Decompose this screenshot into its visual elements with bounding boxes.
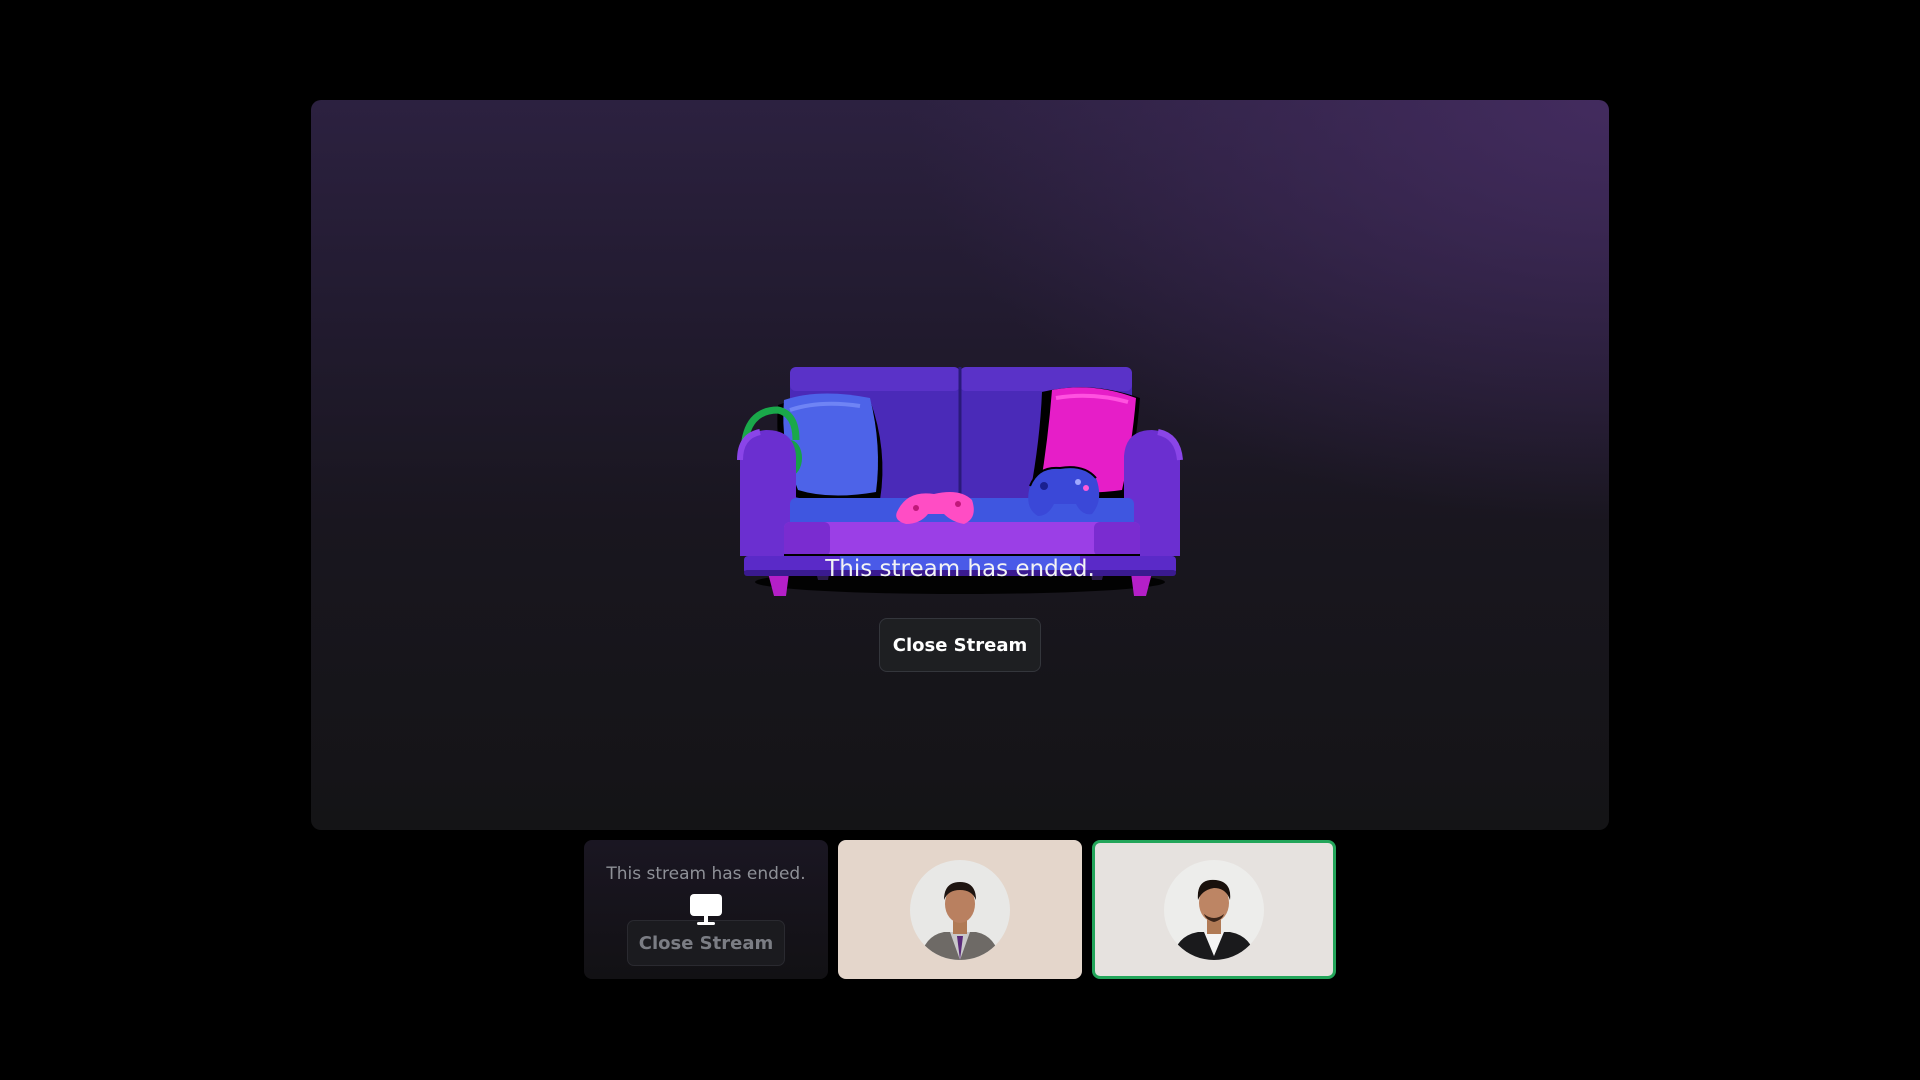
- participant-tile-speaking[interactable]: [1092, 840, 1336, 979]
- couch-illustration: [720, 260, 1200, 606]
- monitor-icon: [688, 892, 724, 928]
- stream-ended-message: This stream has ended.: [825, 556, 1095, 582]
- user-avatar: [910, 860, 1010, 960]
- close-stream-button[interactable]: Close Stream: [879, 618, 1041, 672]
- participant-tile[interactable]: [838, 840, 1082, 979]
- call-window: This stream has ended. Close Stream This…: [0, 0, 1920, 1080]
- stream-tile[interactable]: This stream has ended. Close Stream: [584, 840, 828, 979]
- main-stream-stage: This stream has ended. Close Stream: [311, 100, 1609, 830]
- stream-tile-ended-message: This stream has ended.: [606, 864, 806, 884]
- user-avatar: [1164, 860, 1264, 960]
